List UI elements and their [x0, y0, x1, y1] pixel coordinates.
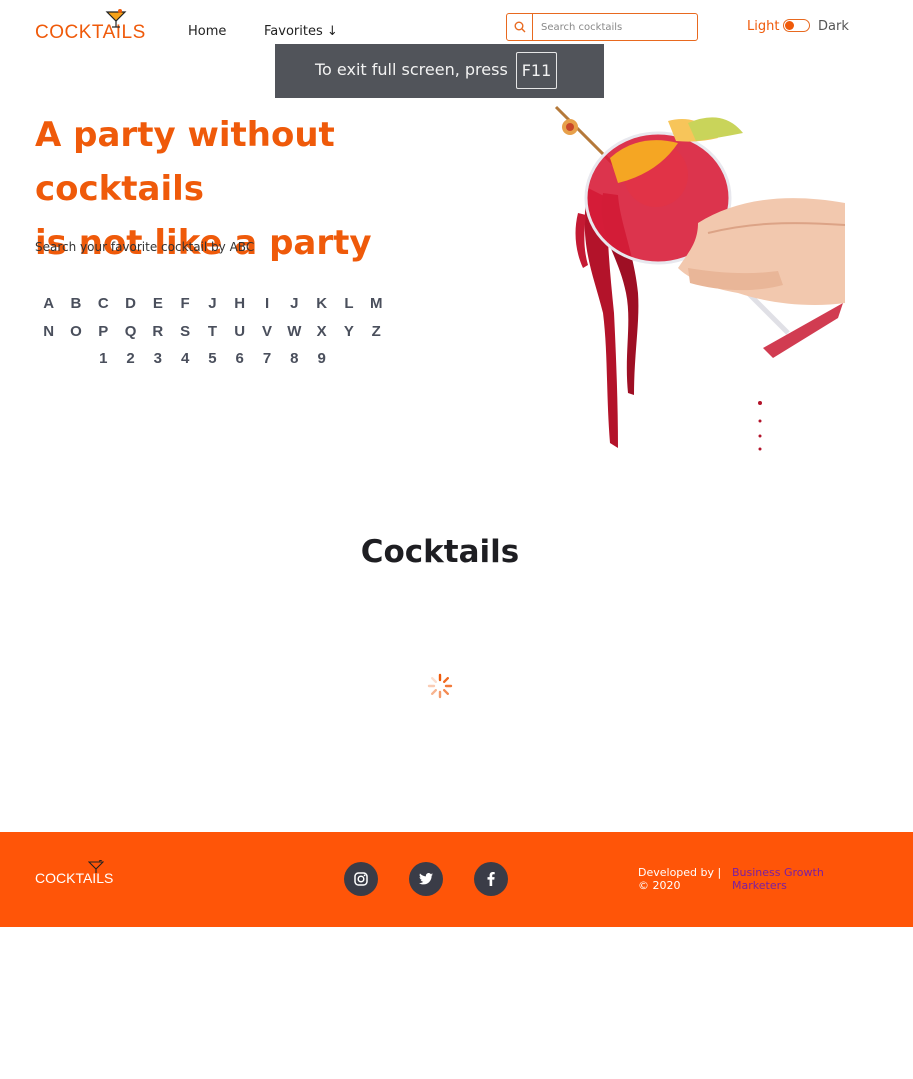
site-logo[interactable]: COCKTAILS: [35, 9, 146, 44]
developer-link[interactable]: Business Growth Marketers: [732, 866, 842, 892]
instagram-link[interactable]: [344, 862, 378, 896]
fullscreen-key-badge: F11: [516, 52, 557, 89]
alphabet-filter: A B C D E F J H I J K L M N O P Q R S T …: [35, 290, 390, 373]
alphabet-row-2: N O P Q R S T U V W X Y Z: [35, 318, 390, 346]
theme-toggle-switch[interactable]: [783, 19, 810, 32]
instagram-icon: [354, 872, 368, 886]
search-button[interactable]: [507, 14, 533, 40]
letter-link[interactable]: M: [363, 295, 390, 312]
letter-link[interactable]: N: [35, 323, 62, 340]
letter-link[interactable]: K: [308, 295, 335, 312]
letter-link[interactable]: O: [62, 323, 89, 340]
theme-light-label[interactable]: Light: [747, 19, 779, 34]
hero-title-line1: A party without cocktails: [35, 115, 335, 209]
search-icon: [514, 21, 525, 33]
letter-link[interactable]: I: [253, 295, 280, 312]
fullscreen-exit-notice: To exit full screen, press F11: [275, 44, 604, 98]
footer-logo[interactable]: COCKTAILS: [35, 860, 113, 886]
twitter-icon: [419, 873, 433, 885]
theme-dark-label[interactable]: Dark: [818, 19, 849, 34]
letter-link[interactable]: Z: [363, 323, 390, 340]
letter-link[interactable]: X: [308, 323, 335, 340]
toggle-knob: [785, 21, 794, 30]
letter-link[interactable]: J: [281, 295, 308, 312]
letter-link[interactable]: J: [199, 295, 226, 312]
letter-link[interactable]: S: [171, 323, 198, 340]
letter-link[interactable]: E: [144, 295, 171, 312]
letter-link[interactable]: V: [253, 323, 280, 340]
facebook-icon: [487, 872, 495, 886]
nav-favorites-dropdown[interactable]: Favorites ↓: [264, 24, 338, 39]
site-footer: COCKTAILS Developed by | © 2020 Business…: [0, 832, 913, 927]
letter-link[interactable]: Y: [335, 323, 362, 340]
copyright-year: © 2020: [638, 879, 681, 892]
search-bar: [506, 13, 698, 41]
letter-link[interactable]: B: [62, 295, 89, 312]
number-link[interactable]: 9: [308, 350, 335, 367]
hero-subtitle: Search your favorite cocktail by ABC: [35, 240, 255, 254]
letter-link[interactable]: D: [117, 295, 144, 312]
fullscreen-notice-text: To exit full screen, press: [315, 60, 508, 79]
twitter-link[interactable]: [409, 862, 443, 896]
cocktails-section-title: Cocktails: [360, 534, 520, 570]
number-link[interactable]: 5: [199, 350, 226, 367]
letter-link[interactable]: U: [226, 323, 253, 340]
loading-spinner-icon: [427, 673, 453, 699]
number-link[interactable]: 3: [144, 350, 171, 367]
number-link[interactable]: 1: [90, 350, 117, 367]
letter-link[interactable]: C: [90, 295, 117, 312]
nav-home-link[interactable]: Home: [188, 24, 226, 39]
letter-link[interactable]: Q: [117, 323, 144, 340]
number-link[interactable]: 6: [226, 350, 253, 367]
alphabet-row-1: A B C D E F J H I J K L M: [35, 290, 390, 318]
letter-link[interactable]: F: [171, 295, 198, 312]
number-link[interactable]: 2: [117, 350, 144, 367]
number-row: 1 2 3 4 5 6 7 8 9: [35, 345, 390, 373]
search-input[interactable]: [534, 14, 697, 40]
letter-link[interactable]: W: [281, 323, 308, 340]
letter-link[interactable]: T: [199, 323, 226, 340]
letter-link[interactable]: R: [144, 323, 171, 340]
number-link[interactable]: 7: [253, 350, 280, 367]
letter-link[interactable]: H: [226, 295, 253, 312]
facebook-link[interactable]: [474, 862, 508, 896]
logo-text: COCKTAILS: [35, 22, 146, 43]
cocktail-glass-icon: [88, 860, 104, 873]
letter-link[interactable]: P: [90, 323, 117, 340]
developed-by-label: Developed by |: [638, 866, 722, 879]
number-link[interactable]: 4: [171, 350, 198, 367]
number-link[interactable]: 8: [281, 350, 308, 367]
letter-link[interactable]: A: [35, 295, 62, 312]
developer-credit: Developed by | © 2020: [638, 866, 721, 892]
cocktail-glass-icon: [105, 9, 127, 28]
hero-cocktail-image: [554, 105, 845, 451]
letter-link[interactable]: L: [335, 295, 362, 312]
